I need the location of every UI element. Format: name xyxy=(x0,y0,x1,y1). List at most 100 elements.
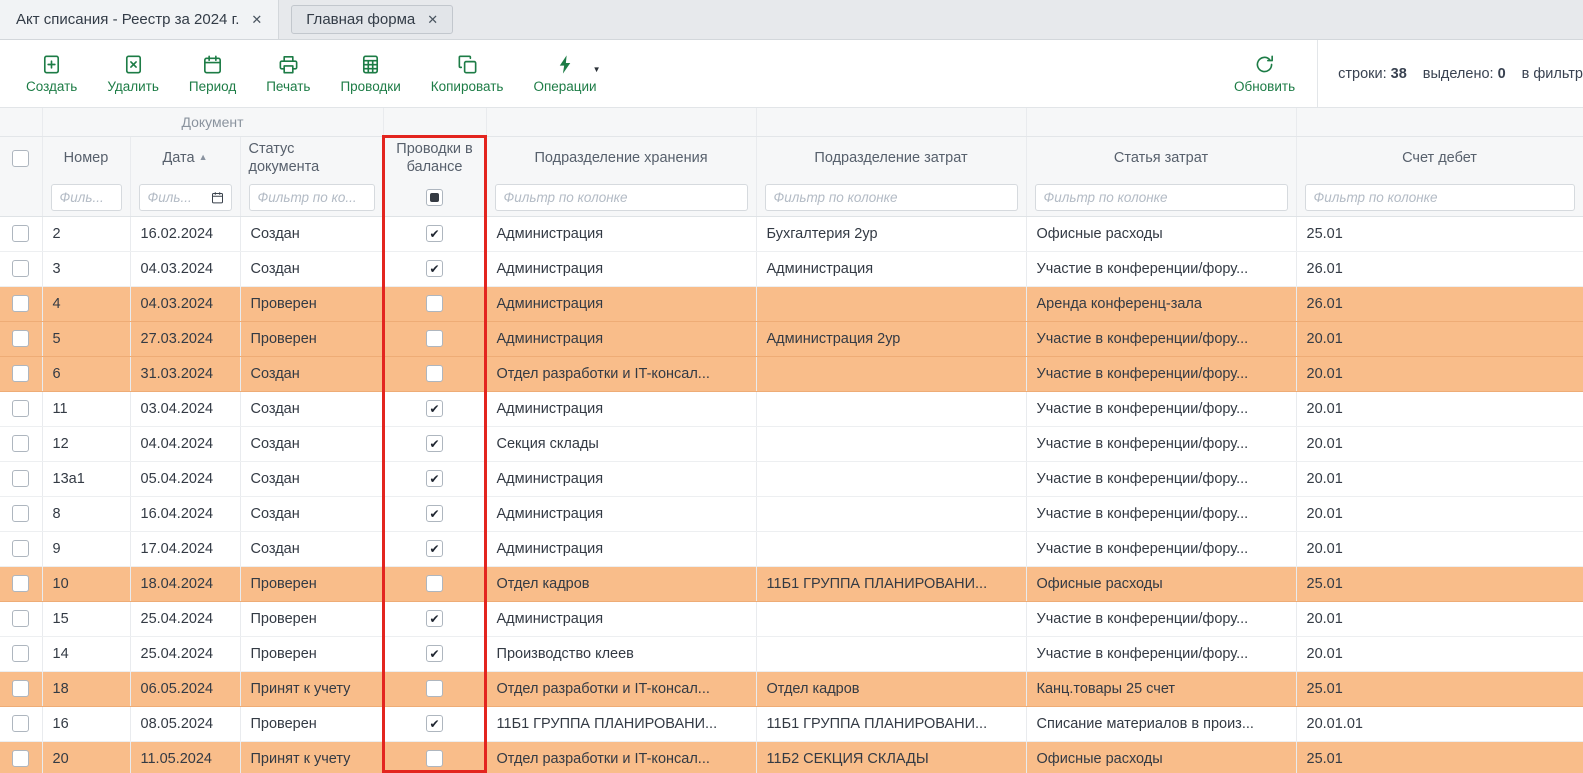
in-balance-checkbox[interactable] xyxy=(426,610,443,627)
table-row[interactable]: 1608.05.2024Проверен11Б1 ГРУППА ПЛАНИРОВ… xyxy=(0,706,1583,741)
row-select-checkbox[interactable] xyxy=(12,610,29,627)
row-select-checkbox[interactable] xyxy=(12,330,29,347)
filter-number-input[interactable] xyxy=(51,184,122,211)
table-row[interactable]: 1425.04.2024ПроверенПроизводство клеевУч… xyxy=(0,636,1583,671)
table-row[interactable]: 304.03.2024СозданАдминистрацияАдминистра… xyxy=(0,251,1583,286)
table-row[interactable]: 1806.05.2024Принят к учетуОтдел разработ… xyxy=(0,671,1583,706)
toolbar: Создать Удалить Период Печать Проводки К… xyxy=(0,40,1583,108)
cell-storage-dept: Отдел разработки и IT-консал... xyxy=(486,671,756,706)
col-header-in-balance[interactable]: Проводки в балансе xyxy=(383,136,486,180)
refresh-button[interactable]: Обновить xyxy=(1234,53,1295,94)
filter-in-balance-checkbox[interactable] xyxy=(426,189,443,206)
in-balance-checkbox[interactable] xyxy=(426,680,443,697)
row-select-checkbox[interactable] xyxy=(12,680,29,697)
tab-act-registry[interactable]: Акт списания - Реестр за 2024 г. ✕ xyxy=(0,0,279,39)
cell-storage-dept: Администрация xyxy=(486,321,756,356)
row-select-checkbox[interactable] xyxy=(12,260,29,277)
table-row[interactable]: 1204.04.2024СозданСекция складыУчастие в… xyxy=(0,426,1583,461)
filter-debit-account-input[interactable] xyxy=(1305,184,1575,211)
cell-debit-account: 20.01 xyxy=(1296,636,1583,671)
cell-number: 14 xyxy=(42,636,130,671)
column-header-row: Номер Дата▲ Статус документа Проводки в … xyxy=(0,136,1583,180)
row-select-checkbox[interactable] xyxy=(12,295,29,312)
filter-cost-dept-input[interactable] xyxy=(765,184,1018,211)
row-select-checkbox[interactable] xyxy=(12,470,29,487)
col-header-date[interactable]: Дата▲ xyxy=(130,136,240,180)
in-balance-checkbox[interactable] xyxy=(426,715,443,732)
table-row[interactable]: 404.03.2024ПроверенАдминистрацияАренда к… xyxy=(0,286,1583,321)
col-header-cost-dept[interactable]: Подразделение затрат xyxy=(756,136,1026,180)
col-header-storage-dept[interactable]: Подразделение хранения xyxy=(486,136,756,180)
col-header-status[interactable]: Статус документа xyxy=(240,136,383,180)
row-select-checkbox[interactable] xyxy=(12,750,29,767)
period-button[interactable]: Период xyxy=(189,53,236,94)
in-balance-checkbox[interactable] xyxy=(426,400,443,417)
selected-count: выделено:0 xyxy=(1423,66,1506,82)
row-select-checkbox[interactable] xyxy=(12,365,29,382)
in-balance-checkbox[interactable] xyxy=(426,225,443,242)
copy-button[interactable]: Копировать xyxy=(431,53,504,94)
in-balance-checkbox[interactable] xyxy=(426,295,443,312)
rows-count: строки:38 xyxy=(1338,66,1407,82)
col-header-debit-account[interactable]: Счет дебет xyxy=(1296,136,1583,180)
in-balance-checkbox[interactable] xyxy=(426,505,443,522)
table-row[interactable]: 631.03.2024СозданОтдел разработки и IT-к… xyxy=(0,356,1583,391)
close-icon[interactable]: ✕ xyxy=(251,12,262,28)
cell-debit-account: 26.01 xyxy=(1296,286,1583,321)
table-row[interactable]: 1103.04.2024СозданАдминистрацияУчастие в… xyxy=(0,391,1583,426)
table-row[interactable]: 1018.04.2024ПроверенОтдел кадров11Б1 ГРУ… xyxy=(0,566,1583,601)
row-select-checkbox[interactable] xyxy=(12,435,29,452)
in-balance-checkbox[interactable] xyxy=(426,365,443,382)
row-select-checkbox[interactable] xyxy=(12,400,29,417)
cell-number: 3 xyxy=(42,251,130,286)
calendar-icon[interactable] xyxy=(210,190,225,205)
select-all-checkbox[interactable] xyxy=(12,150,29,167)
cell-in-balance xyxy=(383,706,486,741)
table-row[interactable]: 816.04.2024СозданАдминистрацияУчастие в … xyxy=(0,496,1583,531)
row-select-checkbox[interactable] xyxy=(12,645,29,662)
cell-date: 31.03.2024 xyxy=(130,356,240,391)
in-balance-checkbox[interactable] xyxy=(426,540,443,557)
operations-button[interactable]: ▼ Операции xyxy=(533,53,596,94)
print-button[interactable]: Печать xyxy=(266,53,310,94)
cell-number: 16 xyxy=(42,706,130,741)
table-row[interactable]: 917.04.2024СозданАдминистрацияУчастие в … xyxy=(0,531,1583,566)
filter-cost-item-input[interactable] xyxy=(1035,184,1288,211)
delete-button[interactable]: Удалить xyxy=(107,53,159,94)
row-select-checkbox[interactable] xyxy=(12,505,29,522)
in-balance-checkbox[interactable] xyxy=(426,750,443,767)
in-balance-checkbox[interactable] xyxy=(426,645,443,662)
cell-date: 25.04.2024 xyxy=(130,601,240,636)
postings-button[interactable]: Проводки xyxy=(340,53,400,94)
row-select-checkbox[interactable] xyxy=(12,715,29,732)
cell-debit-account: 20.01.01 xyxy=(1296,706,1583,741)
delete-document-icon xyxy=(122,53,145,76)
cell-status: Принят к учету xyxy=(240,741,383,773)
row-select-checkbox[interactable] xyxy=(12,575,29,592)
row-select-checkbox[interactable] xyxy=(12,225,29,242)
table-row[interactable]: 527.03.2024ПроверенАдминистрацияАдминист… xyxy=(0,321,1583,356)
table-row[interactable]: 13а105.04.2024СозданАдминистрацияУчастие… xyxy=(0,461,1583,496)
in-balance-checkbox[interactable] xyxy=(426,470,443,487)
filter-status-input[interactable] xyxy=(249,184,375,211)
cell-cost-dept xyxy=(756,461,1026,496)
filter-storage-dept-input[interactable] xyxy=(495,184,748,211)
cell-date: 04.03.2024 xyxy=(130,286,240,321)
cell-cost-dept xyxy=(756,286,1026,321)
in-balance-checkbox[interactable] xyxy=(426,575,443,592)
row-select-checkbox[interactable] xyxy=(12,540,29,557)
in-balance-checkbox[interactable] xyxy=(426,260,443,277)
create-button[interactable]: Создать xyxy=(26,53,77,94)
table-row[interactable]: 1525.04.2024ПроверенАдминистрацияУчастие… xyxy=(0,601,1583,636)
table-row[interactable]: 2011.05.2024Принят к учетуОтдел разработ… xyxy=(0,741,1583,773)
cell-number: 15 xyxy=(42,601,130,636)
cell-storage-dept: Администрация xyxy=(486,496,756,531)
cell-cost-dept: Отдел кадров xyxy=(756,671,1026,706)
col-header-cost-item[interactable]: Статья затрат xyxy=(1026,136,1296,180)
table-row[interactable]: 216.02.2024СозданАдминистрацияБухгалтери… xyxy=(0,216,1583,251)
close-icon[interactable]: ✕ xyxy=(427,12,438,28)
in-balance-checkbox[interactable] xyxy=(426,435,443,452)
tab-main-form[interactable]: Главная форма ✕ xyxy=(291,5,453,34)
in-balance-checkbox[interactable] xyxy=(426,330,443,347)
col-header-number[interactable]: Номер xyxy=(42,136,130,180)
